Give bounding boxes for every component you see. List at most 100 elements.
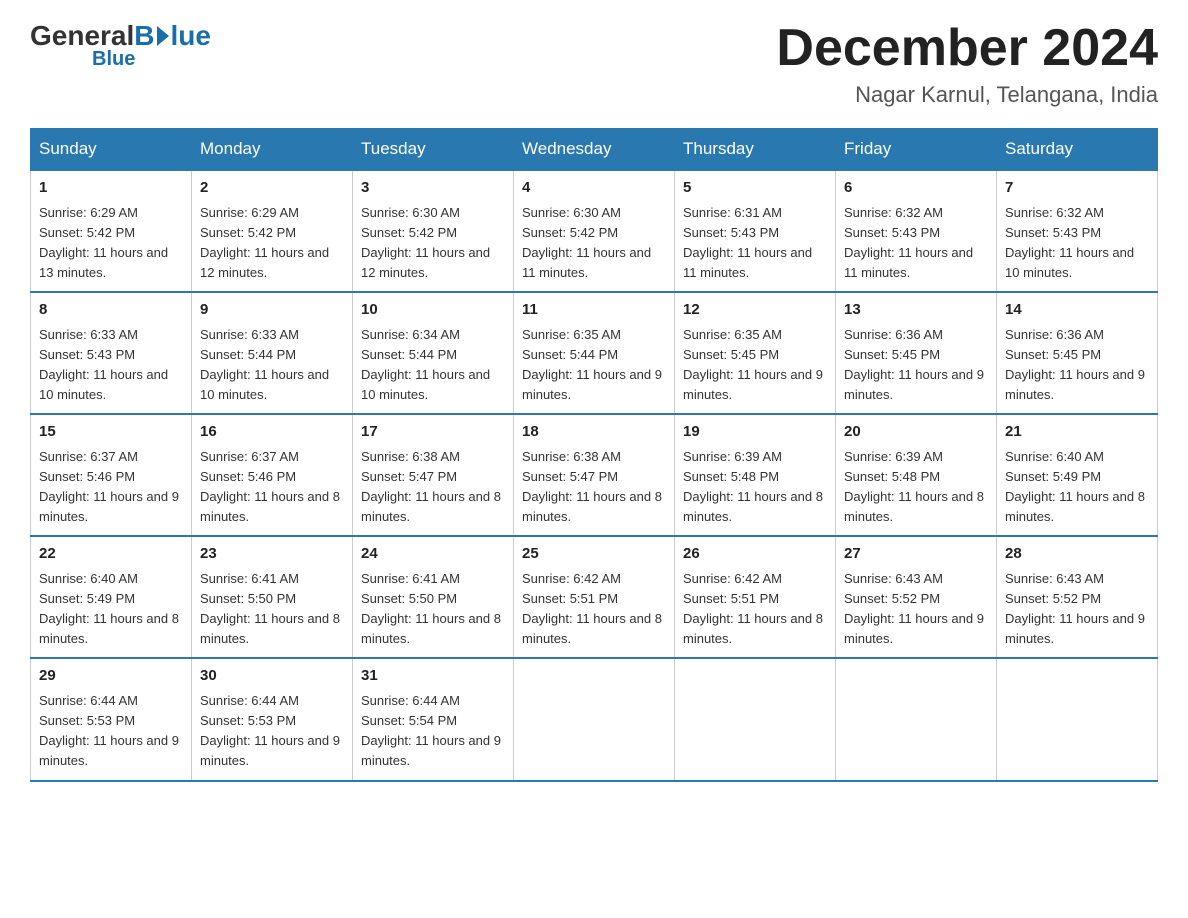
day-number: 23 <box>200 543 344 566</box>
day-number: 29 <box>39 665 183 688</box>
calendar-cell: 12 Sunrise: 6:35 AMSunset: 5:45 PMDaylig… <box>675 292 836 414</box>
day-number: 4 <box>522 177 666 200</box>
calendar-week-3: 15 Sunrise: 6:37 AMSunset: 5:46 PMDaylig… <box>31 414 1158 536</box>
header-saturday: Saturday <box>997 129 1158 171</box>
day-info: Sunrise: 6:39 AMSunset: 5:48 PMDaylight:… <box>844 449 984 524</box>
day-number: 25 <box>522 543 666 566</box>
day-number: 21 <box>1005 421 1149 444</box>
day-info: Sunrise: 6:36 AMSunset: 5:45 PMDaylight:… <box>1005 327 1145 402</box>
calendar-cell: 9 Sunrise: 6:33 AMSunset: 5:44 PMDayligh… <box>192 292 353 414</box>
day-number: 8 <box>39 299 183 322</box>
day-info: Sunrise: 6:38 AMSunset: 5:47 PMDaylight:… <box>522 449 662 524</box>
calendar-cell: 28 Sunrise: 6:43 AMSunset: 5:52 PMDaylig… <box>997 536 1158 658</box>
calendar-cell: 18 Sunrise: 6:38 AMSunset: 5:47 PMDaylig… <box>514 414 675 536</box>
day-number: 5 <box>683 177 827 200</box>
calendar-week-5: 29 Sunrise: 6:44 AMSunset: 5:53 PMDaylig… <box>31 658 1158 780</box>
calendar-cell: 2 Sunrise: 6:29 AMSunset: 5:42 PMDayligh… <box>192 170 353 292</box>
day-number: 22 <box>39 543 183 566</box>
day-info: Sunrise: 6:29 AMSunset: 5:42 PMDaylight:… <box>39 205 168 280</box>
day-number: 17 <box>361 421 505 444</box>
day-number: 13 <box>844 299 988 322</box>
calendar-cell: 27 Sunrise: 6:43 AMSunset: 5:52 PMDaylig… <box>836 536 997 658</box>
day-info: Sunrise: 6:37 AMSunset: 5:46 PMDaylight:… <box>200 449 340 524</box>
day-number: 6 <box>844 177 988 200</box>
day-number: 10 <box>361 299 505 322</box>
calendar-cell: 3 Sunrise: 6:30 AMSunset: 5:42 PMDayligh… <box>353 170 514 292</box>
day-info: Sunrise: 6:30 AMSunset: 5:42 PMDaylight:… <box>361 205 490 280</box>
calendar-cell: 31 Sunrise: 6:44 AMSunset: 5:54 PMDaylig… <box>353 658 514 780</box>
logo-line2: Blue <box>92 48 135 71</box>
calendar-cell: 15 Sunrise: 6:37 AMSunset: 5:46 PMDaylig… <box>31 414 192 536</box>
calendar-cell: 14 Sunrise: 6:36 AMSunset: 5:45 PMDaylig… <box>997 292 1158 414</box>
header-thursday: Thursday <box>675 129 836 171</box>
header-sunday: Sunday <box>31 129 192 171</box>
day-info: Sunrise: 6:41 AMSunset: 5:50 PMDaylight:… <box>200 571 340 646</box>
calendar-week-1: 1 Sunrise: 6:29 AMSunset: 5:42 PMDayligh… <box>31 170 1158 292</box>
day-number: 19 <box>683 421 827 444</box>
logo-blue-part: B lue <box>134 20 211 52</box>
day-info: Sunrise: 6:35 AMSunset: 5:45 PMDaylight:… <box>683 327 823 402</box>
day-number: 12 <box>683 299 827 322</box>
day-number: 7 <box>1005 177 1149 200</box>
calendar-cell: 30 Sunrise: 6:44 AMSunset: 5:53 PMDaylig… <box>192 658 353 780</box>
day-info: Sunrise: 6:38 AMSunset: 5:47 PMDaylight:… <box>361 449 501 524</box>
calendar-week-2: 8 Sunrise: 6:33 AMSunset: 5:43 PMDayligh… <box>31 292 1158 414</box>
calendar-cell: 6 Sunrise: 6:32 AMSunset: 5:43 PMDayligh… <box>836 170 997 292</box>
calendar-week-4: 22 Sunrise: 6:40 AMSunset: 5:49 PMDaylig… <box>31 536 1158 658</box>
day-number: 16 <box>200 421 344 444</box>
day-number: 1 <box>39 177 183 200</box>
day-info: Sunrise: 6:42 AMSunset: 5:51 PMDaylight:… <box>683 571 823 646</box>
calendar-cell: 26 Sunrise: 6:42 AMSunset: 5:51 PMDaylig… <box>675 536 836 658</box>
calendar-cell: 20 Sunrise: 6:39 AMSunset: 5:48 PMDaylig… <box>836 414 997 536</box>
logo-b-letter: B <box>134 20 154 52</box>
day-info: Sunrise: 6:29 AMSunset: 5:42 PMDaylight:… <box>200 205 329 280</box>
day-info: Sunrise: 6:34 AMSunset: 5:44 PMDaylight:… <box>361 327 490 402</box>
day-info: Sunrise: 6:44 AMSunset: 5:54 PMDaylight:… <box>361 693 501 768</box>
calendar-cell: 21 Sunrise: 6:40 AMSunset: 5:49 PMDaylig… <box>997 414 1158 536</box>
day-number: 28 <box>1005 543 1149 566</box>
day-info: Sunrise: 6:42 AMSunset: 5:51 PMDaylight:… <box>522 571 662 646</box>
location-subtitle: Nagar Karnul, Telangana, India <box>776 82 1158 108</box>
day-number: 26 <box>683 543 827 566</box>
calendar-cell: 13 Sunrise: 6:36 AMSunset: 5:45 PMDaylig… <box>836 292 997 414</box>
day-number: 15 <box>39 421 183 444</box>
day-info: Sunrise: 6:43 AMSunset: 5:52 PMDaylight:… <box>1005 571 1145 646</box>
day-info: Sunrise: 6:32 AMSunset: 5:43 PMDaylight:… <box>844 205 973 280</box>
day-info: Sunrise: 6:32 AMSunset: 5:43 PMDaylight:… <box>1005 205 1134 280</box>
calendar-cell <box>675 658 836 780</box>
day-number: 24 <box>361 543 505 566</box>
calendar-cell: 5 Sunrise: 6:31 AMSunset: 5:43 PMDayligh… <box>675 170 836 292</box>
header-tuesday: Tuesday <box>353 129 514 171</box>
calendar-cell: 11 Sunrise: 6:35 AMSunset: 5:44 PMDaylig… <box>514 292 675 414</box>
header-friday: Friday <box>836 129 997 171</box>
logo-arrow-icon <box>157 26 169 46</box>
day-number: 27 <box>844 543 988 566</box>
calendar-header-row: Sunday Monday Tuesday Wednesday Thursday… <box>31 129 1158 171</box>
logo-lue-text: lue <box>171 20 211 52</box>
day-info: Sunrise: 6:44 AMSunset: 5:53 PMDaylight:… <box>39 693 179 768</box>
day-info: Sunrise: 6:40 AMSunset: 5:49 PMDaylight:… <box>1005 449 1145 524</box>
day-info: Sunrise: 6:44 AMSunset: 5:53 PMDaylight:… <box>200 693 340 768</box>
calendar-cell: 29 Sunrise: 6:44 AMSunset: 5:53 PMDaylig… <box>31 658 192 780</box>
calendar-cell: 4 Sunrise: 6:30 AMSunset: 5:42 PMDayligh… <box>514 170 675 292</box>
calendar-cell: 16 Sunrise: 6:37 AMSunset: 5:46 PMDaylig… <box>192 414 353 536</box>
calendar-cell: 23 Sunrise: 6:41 AMSunset: 5:50 PMDaylig… <box>192 536 353 658</box>
title-section: December 2024 Nagar Karnul, Telangana, I… <box>776 20 1158 108</box>
day-number: 20 <box>844 421 988 444</box>
day-info: Sunrise: 6:43 AMSunset: 5:52 PMDaylight:… <box>844 571 984 646</box>
day-number: 3 <box>361 177 505 200</box>
day-number: 30 <box>200 665 344 688</box>
calendar-table: Sunday Monday Tuesday Wednesday Thursday… <box>30 128 1158 781</box>
calendar-cell <box>836 658 997 780</box>
header-monday: Monday <box>192 129 353 171</box>
calendar-cell: 1 Sunrise: 6:29 AMSunset: 5:42 PMDayligh… <box>31 170 192 292</box>
calendar-cell: 17 Sunrise: 6:38 AMSunset: 5:47 PMDaylig… <box>353 414 514 536</box>
day-number: 11 <box>522 299 666 322</box>
calendar-cell: 10 Sunrise: 6:34 AMSunset: 5:44 PMDaylig… <box>353 292 514 414</box>
calendar-cell: 7 Sunrise: 6:32 AMSunset: 5:43 PMDayligh… <box>997 170 1158 292</box>
day-info: Sunrise: 6:35 AMSunset: 5:44 PMDaylight:… <box>522 327 662 402</box>
day-number: 9 <box>200 299 344 322</box>
page-header: General B lue Blue December 2024 Nagar K… <box>30 20 1158 108</box>
calendar-cell: 22 Sunrise: 6:40 AMSunset: 5:49 PMDaylig… <box>31 536 192 658</box>
day-number: 14 <box>1005 299 1149 322</box>
